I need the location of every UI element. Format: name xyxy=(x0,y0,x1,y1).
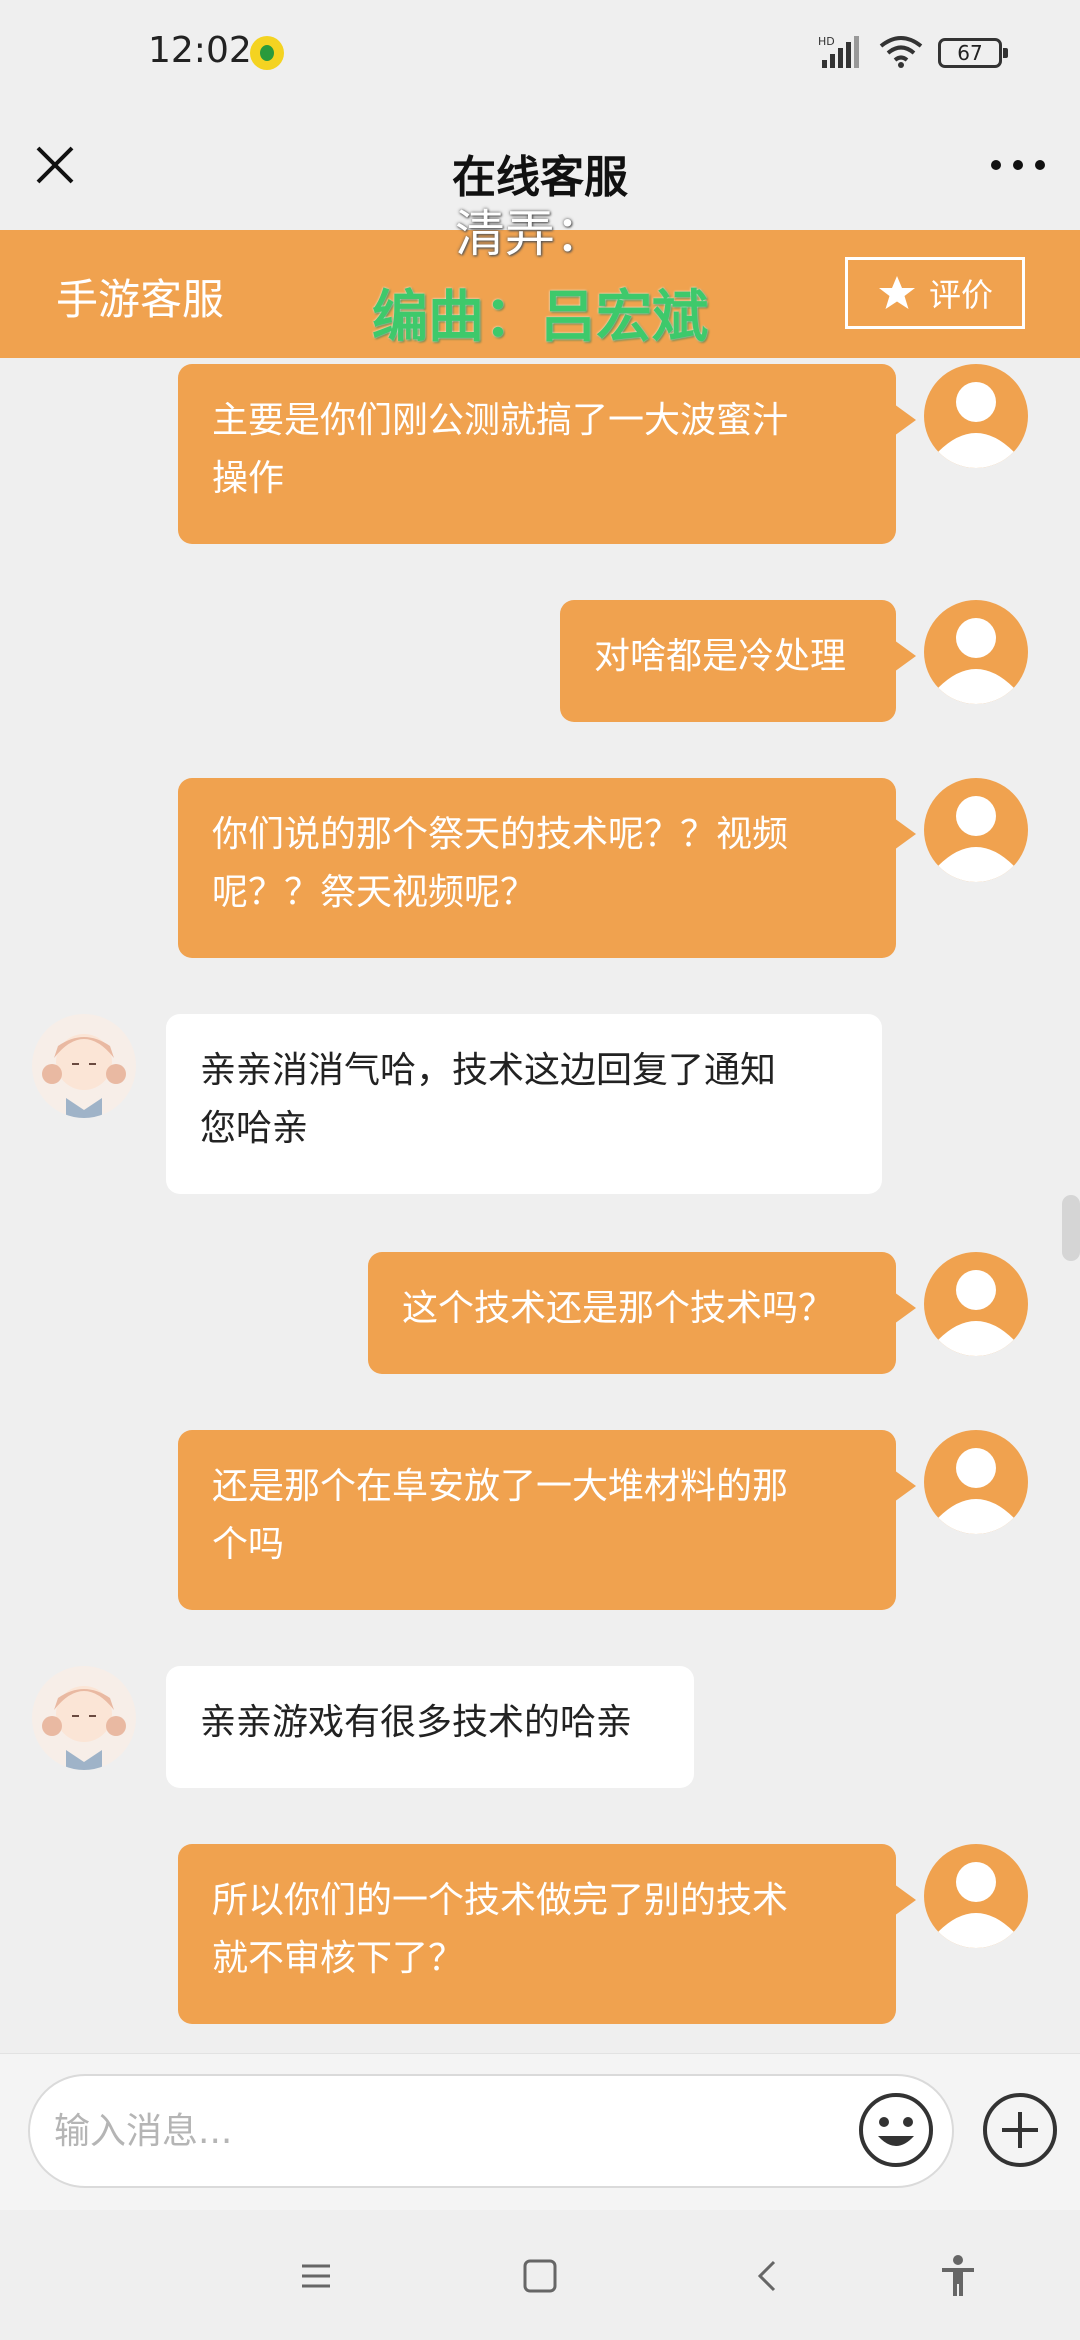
battery-indicator: 67 xyxy=(938,38,1008,68)
user-message-bubble[interactable]: 你们说的那个祭天的技术呢？？视频 呢？？祭天视频呢？ xyxy=(178,778,916,958)
app-notification-icon xyxy=(250,36,284,70)
scrollbar-thumb[interactable] xyxy=(1062,1195,1080,1261)
home-button[interactable] xyxy=(516,2252,564,2300)
input-bar xyxy=(0,2053,1080,2210)
user-message-bubble[interactable]: 还是那个在阜安放了一大堆材料的那 个吗 xyxy=(178,1430,916,1610)
more-button[interactable] xyxy=(986,145,1050,185)
accessibility-button[interactable] xyxy=(934,2252,982,2300)
agent-message-bubble[interactable]: 亲亲游戏有很多技术的哈亲 xyxy=(166,1666,694,1788)
network-label: HD xyxy=(818,35,835,48)
user-avatar[interactable] xyxy=(924,600,1028,704)
more-icon xyxy=(991,160,1045,170)
message-line: 对啥都是冷处理 xyxy=(594,636,847,677)
message-line: 您哈亲 xyxy=(200,1108,309,1149)
user-message-bubble[interactable]: 所以你们的一个技术做完了别的技术 就不审核下了？ xyxy=(178,1844,916,2024)
plus-icon xyxy=(983,2093,1057,2167)
message-line: 呢？？祭天视频呢？ xyxy=(212,872,537,913)
message-line: 还是那个在阜安放了一大堆材料的那 xyxy=(212,1466,789,1507)
accessibility-icon xyxy=(942,2255,974,2296)
user-avatar[interactable] xyxy=(924,1430,1028,1534)
user-avatar-icon xyxy=(938,618,1014,704)
message-line: 主要是你们刚公测就搞了一大波蜜汁 xyxy=(212,400,789,441)
agent-avatar[interactable] xyxy=(32,1014,136,1118)
plus-button[interactable] xyxy=(980,2090,1060,2170)
message-input[interactable] xyxy=(28,2074,954,2188)
user-message-bubble[interactable]: 主要是你们刚公测就搞了一大波蜜汁 操作 xyxy=(178,364,916,544)
message-line: 亲亲游戏有很多技术的哈亲 xyxy=(200,1702,633,1743)
user-avatar-icon xyxy=(938,1270,1014,1356)
agent-avatar-icon xyxy=(42,1034,126,1118)
wifi-icon xyxy=(879,36,923,68)
agent-avatar-icon xyxy=(42,1686,126,1770)
user-avatar-icon xyxy=(938,1448,1014,1534)
caption-line-2: 编曲：吕宏斌 xyxy=(372,285,708,350)
user-message-bubble[interactable]: 对啥都是冷处理 xyxy=(560,600,916,722)
status-bar: 12:02 HD 67 xyxy=(0,0,1080,105)
caption-line-1: 清弄： xyxy=(455,205,605,263)
agent-message-bubble[interactable]: 亲亲消消气哈，技术这边回复了通知 您哈亲 xyxy=(166,1014,882,1194)
message-line: 亲亲消消气哈，技术这边回复了通知 xyxy=(200,1050,777,1091)
menu-icon xyxy=(302,2264,330,2288)
user-message-bubble[interactable]: 这个技术还是那个技术吗？ xyxy=(368,1252,916,1374)
back-icon xyxy=(757,2260,776,2292)
system-nav-bar xyxy=(0,2210,1080,2340)
user-avatar-icon xyxy=(938,382,1014,468)
signal-icon: HD xyxy=(818,35,859,68)
user-avatar[interactable] xyxy=(924,778,1028,882)
chat-area[interactable]: 主要是你们刚公测就搞了一大波蜜汁 操作 对啥都是冷处理 你们说的那个祭天的技术呢… xyxy=(0,358,1080,2053)
message-line: 这个技术还是那个技术吗？ xyxy=(402,1288,835,1329)
emoji-icon xyxy=(859,2093,933,2167)
agent-avatar[interactable] xyxy=(32,1666,136,1770)
user-avatar[interactable] xyxy=(924,1252,1028,1356)
user-avatar-icon xyxy=(938,796,1014,882)
battery-level: 67 xyxy=(957,41,983,65)
message-line: 就不审核下了？ xyxy=(212,1938,465,1979)
message-line: 个吗 xyxy=(212,1524,285,1565)
menu-button[interactable] xyxy=(292,2252,340,2300)
emoji-button[interactable] xyxy=(856,2090,936,2170)
message-line: 所以你们的一个技术做完了别的技术 xyxy=(212,1880,789,1921)
status-time: 12:02 xyxy=(148,30,252,71)
message-line: 操作 xyxy=(212,458,285,499)
home-icon xyxy=(523,2259,557,2293)
message-line: 你们说的那个祭天的技术呢？？视频 xyxy=(212,814,789,855)
back-button[interactable] xyxy=(744,2252,792,2300)
user-avatar[interactable] xyxy=(924,1844,1028,1948)
user-avatar[interactable] xyxy=(924,364,1028,468)
user-avatar-icon xyxy=(938,1862,1014,1948)
